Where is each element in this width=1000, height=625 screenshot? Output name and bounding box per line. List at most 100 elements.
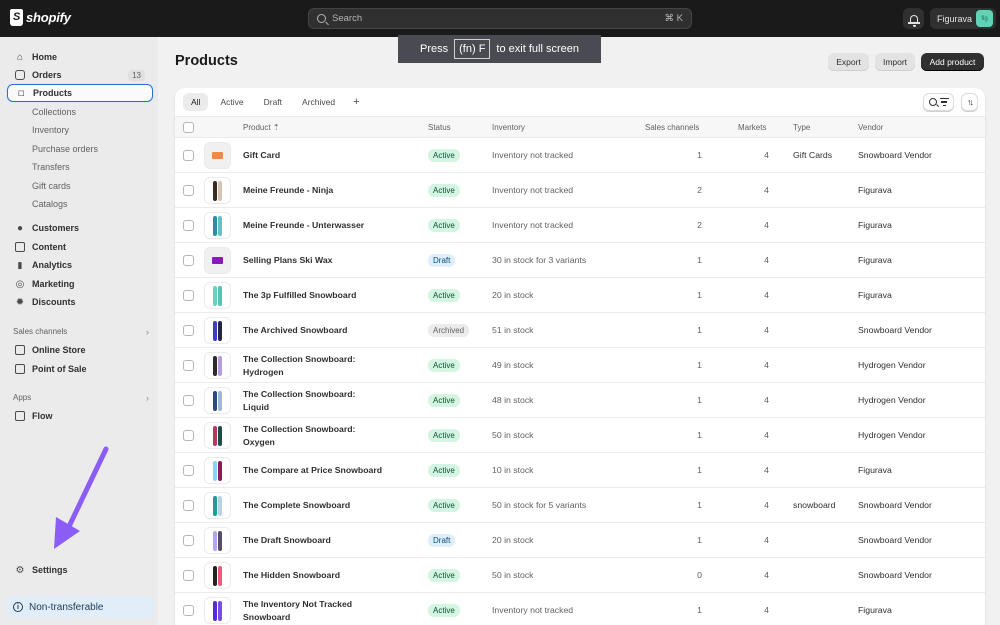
- table-row[interactable]: The Collection Snowboard: Liquid Active 48…: [175, 383, 985, 418]
- product-name-link[interactable]: The Complete Snowboard: [243, 499, 383, 512]
- product-thumbnail[interactable]: [204, 562, 231, 589]
- search-filter-button[interactable]: [923, 93, 954, 111]
- row-checkbox[interactable]: [183, 360, 194, 371]
- sales-channels-heading[interactable]: Sales channels ›: [13, 327, 149, 337]
- sidebar-item-customers[interactable]: ● Customers: [7, 219, 153, 237]
- product-thumbnail[interactable]: [204, 387, 231, 414]
- product-name-link[interactable]: The Draft Snowboard: [243, 534, 383, 547]
- product-name-link[interactable]: The Compare at Price Snowboard: [243, 464, 383, 477]
- annotation-arrow-icon: [54, 446, 109, 549]
- inventory-cell: 10 in stock: [492, 465, 534, 475]
- product-thumbnail[interactable]: [204, 457, 231, 484]
- sort-button[interactable]: ↑↓: [961, 93, 978, 111]
- sidebar-sub-catalogs[interactable]: Catalogs: [32, 196, 68, 212]
- product-thumbnail[interactable]: [204, 317, 231, 344]
- product-name-link[interactable]: The Collection Snowboard: Hydrogen: [243, 353, 383, 379]
- info-icon: i: [13, 602, 23, 612]
- sidebar-item-marketing[interactable]: ◎ Marketing: [7, 275, 153, 293]
- select-all-checkbox[interactable]: [183, 122, 194, 133]
- table-row[interactable]: The Complete Snowboard Active 50 in stock …: [175, 488, 985, 523]
- column-status: Status: [428, 123, 451, 132]
- table-row[interactable]: Gift Card Active Inventory not tracked 1 4 Gi…: [175, 138, 985, 173]
- row-checkbox[interactable]: [183, 395, 194, 406]
- add-product-button[interactable]: Add product: [921, 53, 984, 71]
- product-name-link[interactable]: The Collection Snowboard: Liquid: [243, 388, 383, 414]
- row-checkbox[interactable]: [183, 150, 194, 161]
- sidebar-sub-purchase-orders[interactable]: Purchase orders: [32, 141, 98, 157]
- product-name-link[interactable]: The Archived Snowboard: [243, 324, 383, 337]
- product-thumbnail[interactable]: [204, 492, 231, 519]
- type-cell: snowboard: [793, 500, 836, 510]
- sidebar-item-content[interactable]: Content: [7, 238, 153, 256]
- add-view-button[interactable]: +: [347, 93, 365, 111]
- sidebar-item-home[interactable]: ⌂ Home: [7, 48, 153, 66]
- product-name-link[interactable]: The Collection Snowboard: Oxygen: [243, 423, 383, 449]
- sidebar-sub-transfers[interactable]: Transfers: [32, 159, 70, 175]
- sidebar-item-point-of-sale[interactable]: Point of Sale: [7, 360, 153, 378]
- table-row[interactable]: The Compare at Price Snowboard Active 10 i…: [175, 453, 985, 488]
- import-button[interactable]: Import: [875, 53, 915, 71]
- product-name-link[interactable]: Gift Card: [243, 149, 383, 162]
- search-input[interactable]: Search ⌘ K: [308, 8, 692, 29]
- apps-heading[interactable]: Apps ›: [13, 393, 149, 403]
- tab-active[interactable]: Active: [212, 93, 251, 111]
- table-row[interactable]: The 3p Fulfilled Snowboard Active 20 in st…: [175, 278, 985, 313]
- table-row[interactable]: The Draft Snowboard Draft 20 in stock 1 4 Sno…: [175, 523, 985, 558]
- tab-all[interactable]: All: [183, 93, 209, 111]
- product-thumbnail[interactable]: [204, 352, 231, 379]
- row-checkbox[interactable]: [183, 500, 194, 511]
- row-checkbox[interactable]: [183, 605, 194, 616]
- sidebar-item-discounts[interactable]: ✹ Discounts: [7, 293, 153, 311]
- table-row[interactable]: The Collection Snowboard: Hydrogen Active…: [175, 348, 985, 383]
- row-checkbox[interactable]: [183, 325, 194, 336]
- export-button[interactable]: Export: [828, 53, 869, 71]
- table-row[interactable]: The Collection Snowboard: Oxygen Active 50…: [175, 418, 985, 453]
- sidebar-item-label: Home: [32, 52, 58, 62]
- row-checkbox[interactable]: [183, 255, 194, 266]
- sidebar-item-flow[interactable]: Flow: [7, 407, 153, 425]
- product-thumbnail[interactable]: [204, 597, 231, 624]
- product-name-link[interactable]: Meine Freunde - Ninja: [243, 184, 383, 197]
- product-thumbnail[interactable]: [204, 212, 231, 239]
- table-row[interactable]: The Hidden Snowboard Active 50 in stock 0 4 S…: [175, 558, 985, 593]
- product-thumbnail[interactable]: [204, 177, 231, 204]
- product-name-link[interactable]: The 3p Fulfilled Snowboard: [243, 289, 383, 302]
- sidebar-item-orders[interactable]: Orders 13: [7, 66, 153, 84]
- row-checkbox[interactable]: [183, 570, 194, 581]
- table-row[interactable]: Selling Plans Ski Wax Draft 30 in stock fo…: [175, 243, 985, 278]
- row-checkbox[interactable]: [183, 465, 194, 476]
- row-checkbox[interactable]: [183, 220, 194, 231]
- product-name-link[interactable]: Meine Freunde - Unterwasser: [243, 219, 383, 232]
- sidebar-item-online-store[interactable]: Online Store: [7, 341, 153, 359]
- notifications-button[interactable]: [903, 8, 924, 29]
- product-thumbnail[interactable]: [204, 142, 231, 169]
- sidebar-sub-inventory[interactable]: Inventory: [32, 122, 69, 138]
- product-name-link[interactable]: Selling Plans Ski Wax: [243, 254, 383, 267]
- table-row[interactable]: Meine Freunde - Unterwasser Active Invento…: [175, 208, 985, 243]
- product-name-link[interactable]: The Hidden Snowboard: [243, 569, 383, 582]
- product-thumbnail[interactable]: [204, 422, 231, 449]
- sidebar-item-products[interactable]: ◇ Products: [7, 84, 153, 102]
- tab-archived[interactable]: Archived: [294, 93, 343, 111]
- sidebar-sub-gift-cards[interactable]: Gift cards: [32, 178, 71, 194]
- tab-draft[interactable]: Draft: [256, 93, 290, 111]
- product-thumbnail[interactable]: [204, 527, 231, 554]
- product-name-link[interactable]: The Inventory Not Tracked Snowboard: [243, 598, 383, 624]
- sidebar-item-label: Point of Sale: [32, 364, 87, 374]
- row-checkbox[interactable]: [183, 290, 194, 301]
- sidebar-item-settings[interactable]: ⚙ Settings: [7, 561, 153, 579]
- table-row[interactable]: Meine Freunde - Ninja Active Inventory not…: [175, 173, 985, 208]
- column-product[interactable]: Product ⇡: [243, 123, 280, 132]
- row-checkbox[interactable]: [183, 185, 194, 196]
- sidebar-sub-collections[interactable]: Collections: [32, 104, 76, 120]
- shopify-logo[interactable]: shopify: [10, 9, 71, 26]
- product-thumbnail[interactable]: [204, 282, 231, 309]
- non-transferable-badge[interactable]: i Non-transferable: [6, 596, 154, 618]
- sidebar-item-analytics[interactable]: ▮ Analytics: [7, 256, 153, 274]
- product-thumbnail[interactable]: [204, 247, 231, 274]
- table-row[interactable]: The Archived Snowboard Archived 51 in stoc…: [175, 313, 985, 348]
- row-checkbox[interactable]: [183, 535, 194, 546]
- table-row[interactable]: The Inventory Not Tracked Snowboard Activ…: [175, 593, 985, 625]
- row-checkbox[interactable]: [183, 430, 194, 441]
- store-menu-button[interactable]: Figurava fig: [930, 8, 996, 29]
